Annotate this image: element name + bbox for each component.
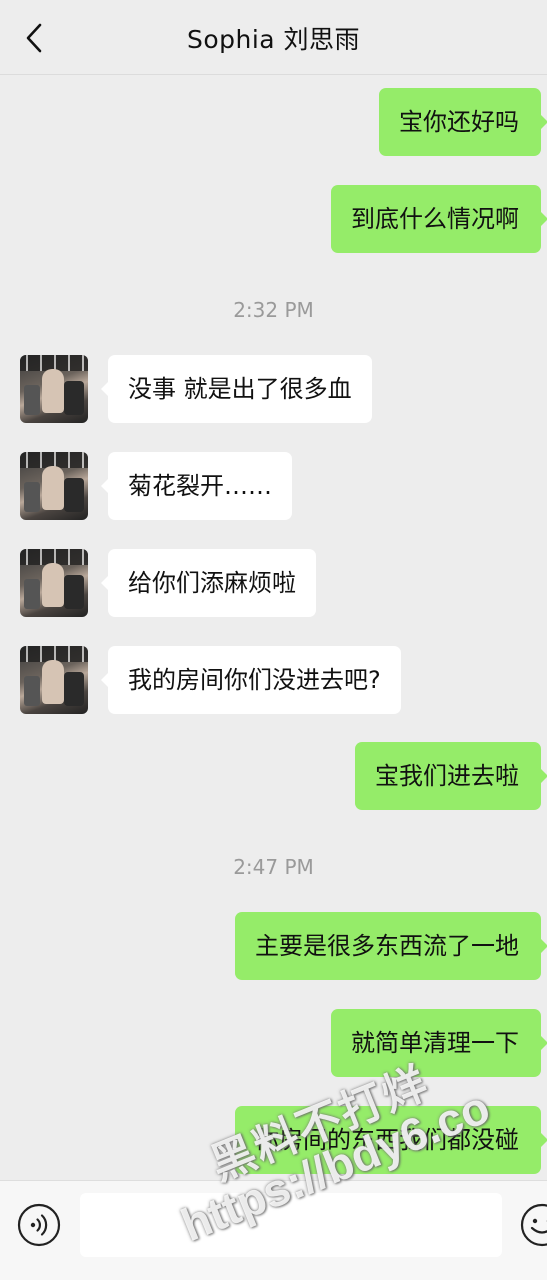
chat-header: Sophia 刘思雨: [0, 0, 547, 75]
voice-button[interactable]: [17, 1203, 61, 1247]
voice-icon: [17, 1203, 61, 1247]
incoming-message-bubble[interactable]: 给你们添麻烦啦: [101, 549, 316, 617]
outgoing-message-bubble[interactable]: 就简单清理一下: [331, 1009, 547, 1077]
emoji-icon: [520, 1203, 547, 1247]
chat-screen: Sophia 刘思雨 宝你还好吗 到底什么情况啊 2:32 PM 没事 就是出了…: [0, 0, 547, 1280]
outgoing-message-bubble[interactable]: 宝我们进去啦: [355, 742, 547, 810]
incoming-message-bubble[interactable]: 没事 就是出了很多血: [101, 355, 372, 423]
outgoing-message-bubble[interactable]: 主要是很多东西流了一地: [235, 912, 547, 980]
contact-avatar[interactable]: [20, 549, 88, 617]
outgoing-message-bubble[interactable]: 宝你还好吗: [379, 88, 547, 156]
outgoing-message-bubble[interactable]: 你房间的东西我们都没碰: [235, 1106, 547, 1174]
incoming-message-bubble[interactable]: 我的房间你们没进去吧?: [101, 646, 401, 714]
contact-avatar[interactable]: [20, 646, 88, 714]
contact-avatar[interactable]: [20, 355, 88, 423]
chat-title: Sophia 刘思雨: [186, 25, 361, 54]
message-input[interactable]: [80, 1193, 502, 1257]
emoji-button[interactable]: [520, 1203, 547, 1247]
outgoing-message-bubble[interactable]: 到底什么情况啊: [331, 185, 547, 253]
input-bar: [0, 1180, 547, 1280]
incoming-message-bubble[interactable]: 菊花裂开……: [101, 452, 292, 520]
contact-avatar[interactable]: [20, 452, 88, 520]
timestamp: 2:32 PM: [233, 298, 314, 322]
timestamp: 2:47 PM: [233, 855, 314, 879]
